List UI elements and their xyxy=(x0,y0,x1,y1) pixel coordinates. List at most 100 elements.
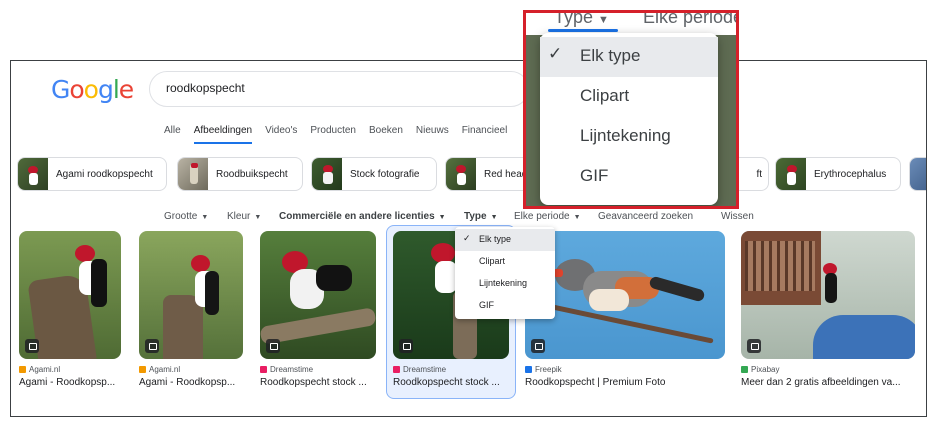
favicon-icon xyxy=(19,366,26,373)
result-image[interactable] xyxy=(19,231,121,359)
chip-label: Agami roodkopspecht xyxy=(56,168,153,180)
favicon-icon xyxy=(393,366,400,373)
filter-type[interactable]: Type ▼ xyxy=(464,211,498,222)
related-search-chips: Agami roodkopspecht Roodbuikspecht Stock… xyxy=(17,157,926,191)
type-option-clipart[interactable]: Clipart xyxy=(455,251,555,273)
image-badge-icon xyxy=(145,339,159,353)
source-name: Dreamstime xyxy=(270,365,314,374)
zoom-type-menu: ✓ Elk type Clipart Lijntekening GIF xyxy=(540,33,718,205)
result-source: Freepik xyxy=(525,365,562,374)
result-title[interactable]: Roodkopspecht stock ... xyxy=(260,377,367,388)
image-badge-icon xyxy=(399,339,413,353)
caret-down-icon: ▼ xyxy=(490,214,498,221)
zoom-type-text: Type xyxy=(554,10,594,27)
chip-thumbnail xyxy=(18,158,48,190)
image-badge-icon xyxy=(25,339,39,353)
filter-licenties[interactable]: Commerciële en andere licenties ▼ xyxy=(279,211,446,222)
caret-down-icon: ▼ xyxy=(573,214,581,221)
tab-financieel[interactable]: Financieel xyxy=(462,125,508,144)
chip-thumbnail xyxy=(446,158,476,190)
image-badge-icon xyxy=(747,339,761,353)
favicon-icon xyxy=(139,366,146,373)
type-option-elk-type[interactable]: ✓ Elk type xyxy=(455,229,555,251)
chip-thumbnail xyxy=(910,158,926,190)
chip-label: Roodbuikspecht xyxy=(216,168,288,180)
source-name: Agami.nl xyxy=(149,365,181,374)
filter-grootte[interactable]: Grootte ▼ xyxy=(164,211,208,222)
favicon-icon xyxy=(260,366,267,373)
search-input[interactable]: roodkopspecht xyxy=(149,71,529,107)
check-icon: ✓ xyxy=(548,44,563,63)
chip-partial[interactable] xyxy=(909,157,926,191)
zoom-option-gif[interactable]: GIF xyxy=(540,157,718,197)
filter-label: Elke periode xyxy=(514,211,570,222)
search-results-page: Google roodkopspecht Alle Afbeeldingen V… xyxy=(10,60,927,417)
chip-thumbnail xyxy=(178,158,208,190)
source-name: Dreamstime xyxy=(403,365,447,374)
option-label: Elk type xyxy=(479,234,512,244)
clear-filters-link[interactable]: Wissen xyxy=(721,211,754,222)
tab-videos[interactable]: Video's xyxy=(265,125,297,144)
result-image[interactable] xyxy=(525,231,725,359)
filter-label: Kleur xyxy=(227,211,251,222)
result-title[interactable]: Agami - Roodkopsp... xyxy=(19,377,115,388)
tab-producten[interactable]: Producten xyxy=(310,125,356,144)
filter-kleur[interactable]: Kleur ▼ xyxy=(227,211,261,222)
chip-label: Stock fotografie xyxy=(350,168,420,180)
check-icon: ✓ xyxy=(463,233,471,243)
chip-thumbnail xyxy=(776,158,806,190)
caret-down-icon: ▼ xyxy=(438,214,446,221)
result-title[interactable]: Agami - Roodkopsp... xyxy=(139,377,235,388)
result-image[interactable] xyxy=(139,231,243,359)
zoom-period-label: Elke periode xyxy=(643,10,739,27)
zoom-callout: Type ▼ Elke periode ✓ Elk type Clipart L… xyxy=(523,10,739,209)
image-badge-icon xyxy=(266,339,280,353)
advanced-search-link[interactable]: Geavanceerd zoeken xyxy=(598,211,693,222)
tab-afbeeldingen[interactable]: Afbeeldingen xyxy=(193,125,253,144)
chip-label: ft xyxy=(756,168,762,180)
chip-erythrocephalus[interactable]: Erythrocephalus xyxy=(775,157,901,191)
result-title[interactable]: Roodkopspecht | Premium Foto xyxy=(525,377,665,388)
filter-label: Grootte xyxy=(164,211,198,222)
chip-roodbuikspecht[interactable]: Roodbuikspecht xyxy=(177,157,303,191)
filter-label: Commerciële en andere licenties xyxy=(279,211,435,222)
result-image[interactable] xyxy=(741,231,915,359)
search-query: roodkopspecht xyxy=(166,81,245,95)
option-label: Elk type xyxy=(580,46,641,65)
type-option-gif[interactable]: GIF xyxy=(455,295,555,317)
chip-agami-roodkopspecht[interactable]: Agami roodkopspecht xyxy=(17,157,167,191)
caret-down-icon: ▼ xyxy=(598,14,609,26)
filter-periode[interactable]: Elke periode ▼ xyxy=(514,211,581,222)
type-dropdown-menu: ✓ Elk type Clipart Lijntekening GIF xyxy=(455,227,555,319)
result-image[interactable] xyxy=(260,231,376,359)
result-source: Dreamstime xyxy=(393,365,446,374)
chip-label: Erythrocephalus xyxy=(814,168,887,180)
zoom-type-label: Type ▼ xyxy=(554,10,609,28)
image-badge-icon xyxy=(531,339,545,353)
zoom-option-clipart[interactable]: Clipart xyxy=(540,77,718,117)
result-source: Dreamstime xyxy=(260,365,313,374)
chip-thumbnail xyxy=(312,158,342,190)
result-source: Agami.nl xyxy=(19,365,60,374)
source-name: Freepik xyxy=(535,365,562,374)
caret-down-icon: ▼ xyxy=(254,214,262,221)
tab-boeken[interactable]: Boeken xyxy=(369,125,403,144)
result-source: Pixabay xyxy=(741,365,779,374)
chip-label: Red head xyxy=(484,168,528,180)
result-title[interactable]: Roodkopspecht stock ... xyxy=(393,377,500,388)
favicon-icon xyxy=(525,366,532,373)
zoom-active-underline xyxy=(548,29,618,32)
caret-down-icon: ▼ xyxy=(201,214,209,221)
chip-stock-fotografie[interactable]: Stock fotografie xyxy=(311,157,437,191)
google-logo[interactable]: Google xyxy=(51,75,134,104)
result-title[interactable]: Meer dan 2 gratis afbeeldingen va... xyxy=(741,377,901,388)
zoom-option-elk-type[interactable]: ✓ Elk type xyxy=(540,37,718,77)
source-name: Agami.nl xyxy=(29,365,61,374)
type-option-lijntekening[interactable]: Lijntekening xyxy=(455,273,555,295)
tab-nieuws[interactable]: Nieuws xyxy=(416,125,449,144)
zoom-option-lijntekening[interactable]: Lijntekening xyxy=(540,117,718,157)
favicon-icon xyxy=(741,366,748,373)
tab-alle[interactable]: Alle xyxy=(164,125,181,144)
search-tabs: Alle Afbeeldingen Video's Producten Boek… xyxy=(164,125,520,144)
source-name: Pixabay xyxy=(751,365,780,374)
